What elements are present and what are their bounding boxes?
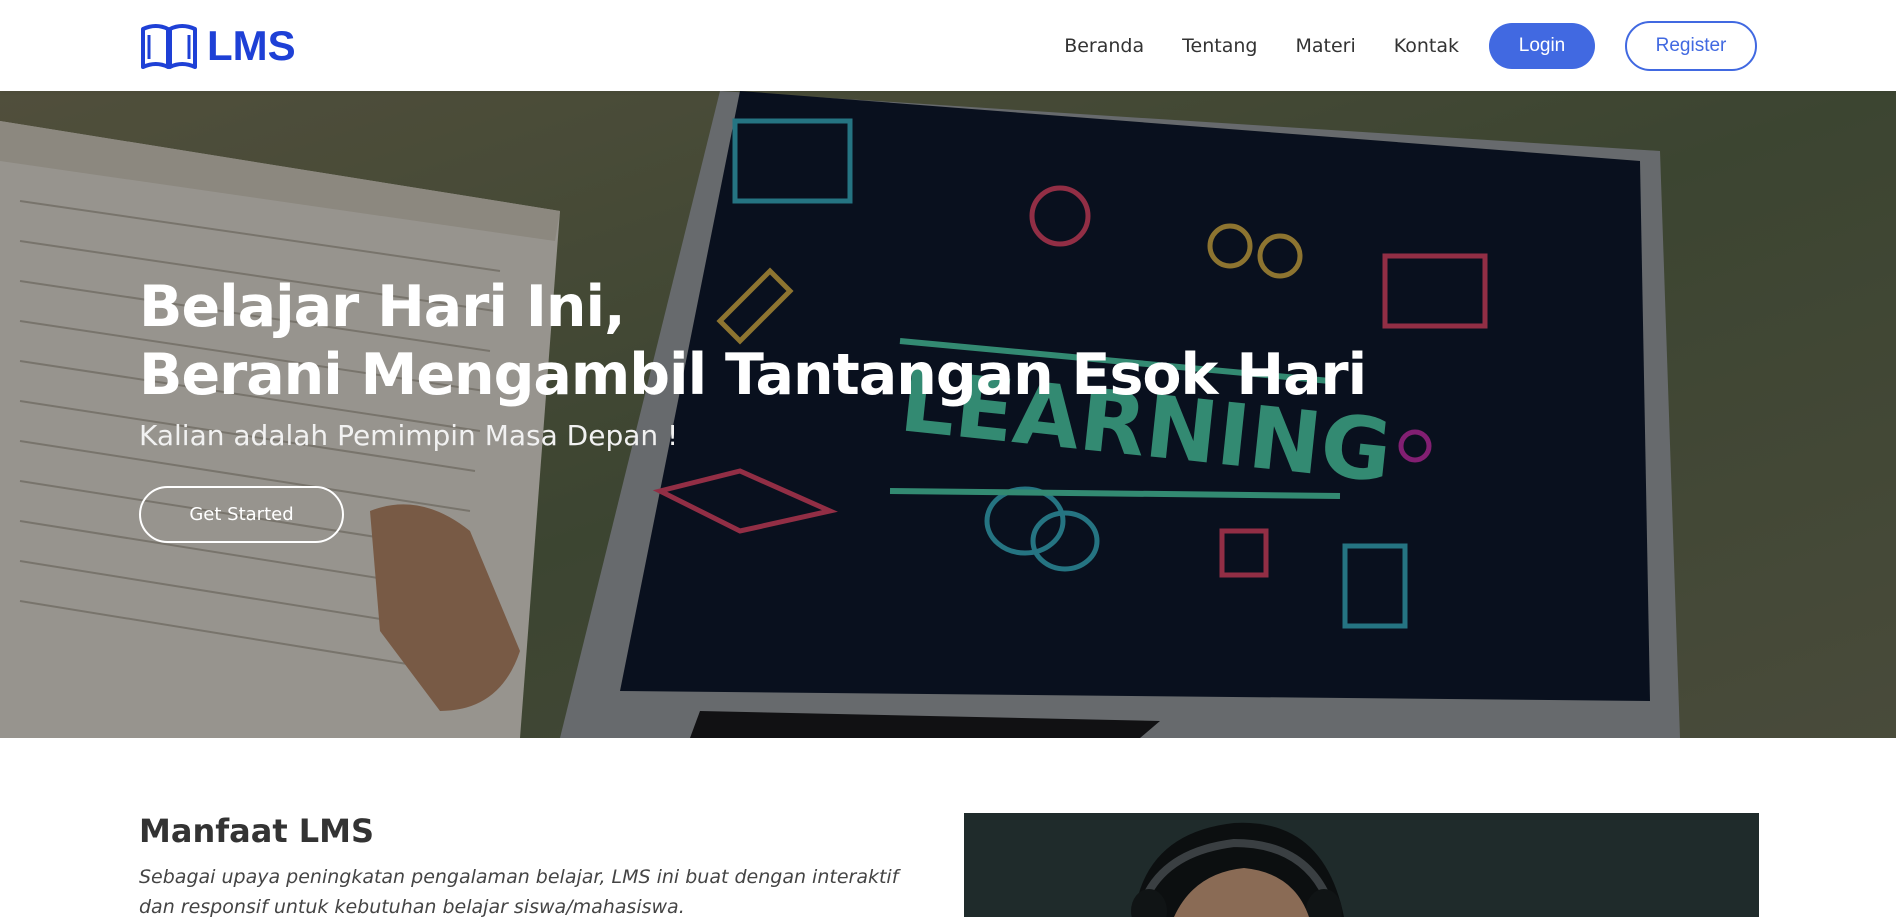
about-description: Sebagai upaya peningkatan pengalaman bel… <box>139 866 899 918</box>
get-started-button[interactable]: Get Started <box>139 486 344 543</box>
hero-subtitle: Kalian adalah Pemimpin Masa Depan ! <box>139 419 679 452</box>
brand-name: LMS <box>207 21 296 69</box>
nav-link-materi[interactable]: Materi <box>1295 35 1355 57</box>
about-image <box>964 813 1759 917</box>
navbar: LMS Beranda Tentang Materi Kontak Login … <box>0 0 1896 91</box>
hero-title: Belajar Hari Ini, Berani Mengambil Tanta… <box>139 273 1367 409</box>
nav-link-kontak[interactable]: Kontak <box>1394 35 1459 57</box>
hero-title-line1: Belajar Hari Ini, <box>139 274 626 340</box>
nav-link-tentang[interactable]: Tentang <box>1182 35 1257 57</box>
hero-content: Belajar Hari Ini, Berani Mengambil Tanta… <box>139 273 1367 543</box>
nav-link-beranda[interactable]: Beranda <box>1064 35 1144 57</box>
nav-menu: Beranda Tentang Materi Kontak Login Regi… <box>1064 20 1757 71</box>
login-button[interactable]: Login <box>1489 22 1595 69</box>
student-headphones-image <box>964 813 1759 917</box>
brand-logo[interactable]: LMS <box>139 21 296 71</box>
book-icon <box>141 23 197 69</box>
hero-title-line2: Berani Mengambil Tantangan Esok Hari <box>139 342 1367 408</box>
hero-section: LEARNING Belajar Hari Ini, Berani Mengam… <box>0 91 1896 738</box>
about-title: Manfaat LMS <box>139 812 375 850</box>
register-button[interactable]: Register <box>1625 20 1757 71</box>
